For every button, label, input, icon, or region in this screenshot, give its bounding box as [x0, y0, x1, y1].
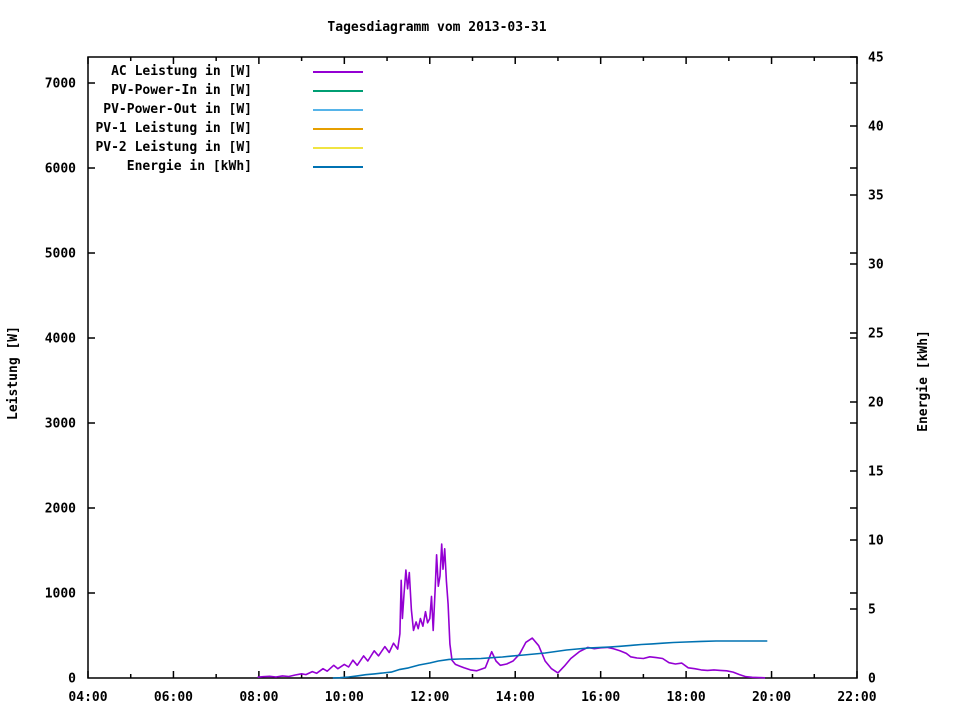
- legend: AC Leistung in [W] PV-Power-In in [W] PV…: [0, 62, 380, 176]
- legend-line-sample: [313, 166, 363, 168]
- legend-row: PV-1 Leistung in [W]: [0, 119, 380, 138]
- legend-row: Energie in [kWh]: [0, 157, 380, 176]
- x-tick-label: 18:00: [667, 690, 706, 705]
- legend-row: PV-Power-In in [W]: [0, 81, 380, 100]
- x-tick-label: 10:00: [325, 690, 364, 705]
- legend-line-sample: [313, 109, 363, 111]
- legend-label: PV-1 Leistung in [W]: [95, 121, 252, 136]
- legend-label: PV-Power-Out in [W]: [103, 102, 252, 117]
- y-left-tick-label: 1000: [45, 587, 76, 602]
- chart-canvas: 04:00 06:00 08:00 10:00 12:00 14:00 16:00 18:00…: [0, 0, 960, 720]
- legend-row: AC Leistung in [W]: [0, 62, 380, 81]
- y-right-tick-label: 35: [868, 189, 884, 204]
- y-axis-label-right: Energie [kWh]: [916, 330, 931, 432]
- y-right-tick-label: 25: [868, 327, 884, 342]
- y-right-tick-label: 40: [868, 120, 884, 135]
- y-axis-label-left: Leistung [W]: [6, 326, 21, 420]
- legend-label: PV-Power-In in [W]: [111, 83, 252, 98]
- y-right-tick-label: 5: [868, 603, 876, 618]
- x-tick-label: 14:00: [496, 690, 535, 705]
- legend-line-sample: [313, 147, 363, 149]
- chart-title: Tagesdiagramm vom 2013-03-31: [327, 20, 547, 35]
- legend-label: PV-2 Leistung in [W]: [95, 140, 252, 155]
- x-tick-label: 04:00: [68, 690, 107, 705]
- x-tick-label: 22:00: [837, 690, 876, 705]
- y-left-tick-label: 0: [68, 672, 76, 687]
- y-left-tick-label: 4000: [45, 332, 76, 347]
- x-tick-label: 08:00: [239, 690, 278, 705]
- series-line-ac-leistung-in-w-: [257, 543, 766, 679]
- x-tick-label: 06:00: [154, 690, 193, 705]
- y-left-tick-label: 5000: [45, 247, 76, 262]
- legend-label: Energie in [kWh]: [126, 159, 252, 174]
- y-right-tick-label: 20: [868, 396, 884, 411]
- y-right-tick-label: 10: [868, 534, 884, 549]
- y-right-tick-label: 0: [868, 672, 876, 687]
- legend-label: AC Leistung in [W]: [111, 64, 252, 79]
- y-right-tick-label: 15: [868, 465, 884, 480]
- legend-row: PV-Power-Out in [W]: [0, 100, 380, 119]
- x-tick-label: 20:00: [752, 690, 791, 705]
- x-tick-label: 12:00: [410, 690, 449, 705]
- x-tick-label: 16:00: [581, 690, 620, 705]
- y-right-tick-label: 45: [868, 51, 884, 66]
- y-left-tick-label: 2000: [45, 502, 76, 517]
- legend-row: PV-2 Leistung in [W]: [0, 138, 380, 157]
- y-right-tick-label: 30: [868, 258, 884, 273]
- legend-line-sample: [313, 90, 363, 92]
- legend-line-sample: [313, 128, 363, 130]
- legend-line-sample: [313, 71, 363, 73]
- y-left-tick-label: 3000: [45, 417, 76, 432]
